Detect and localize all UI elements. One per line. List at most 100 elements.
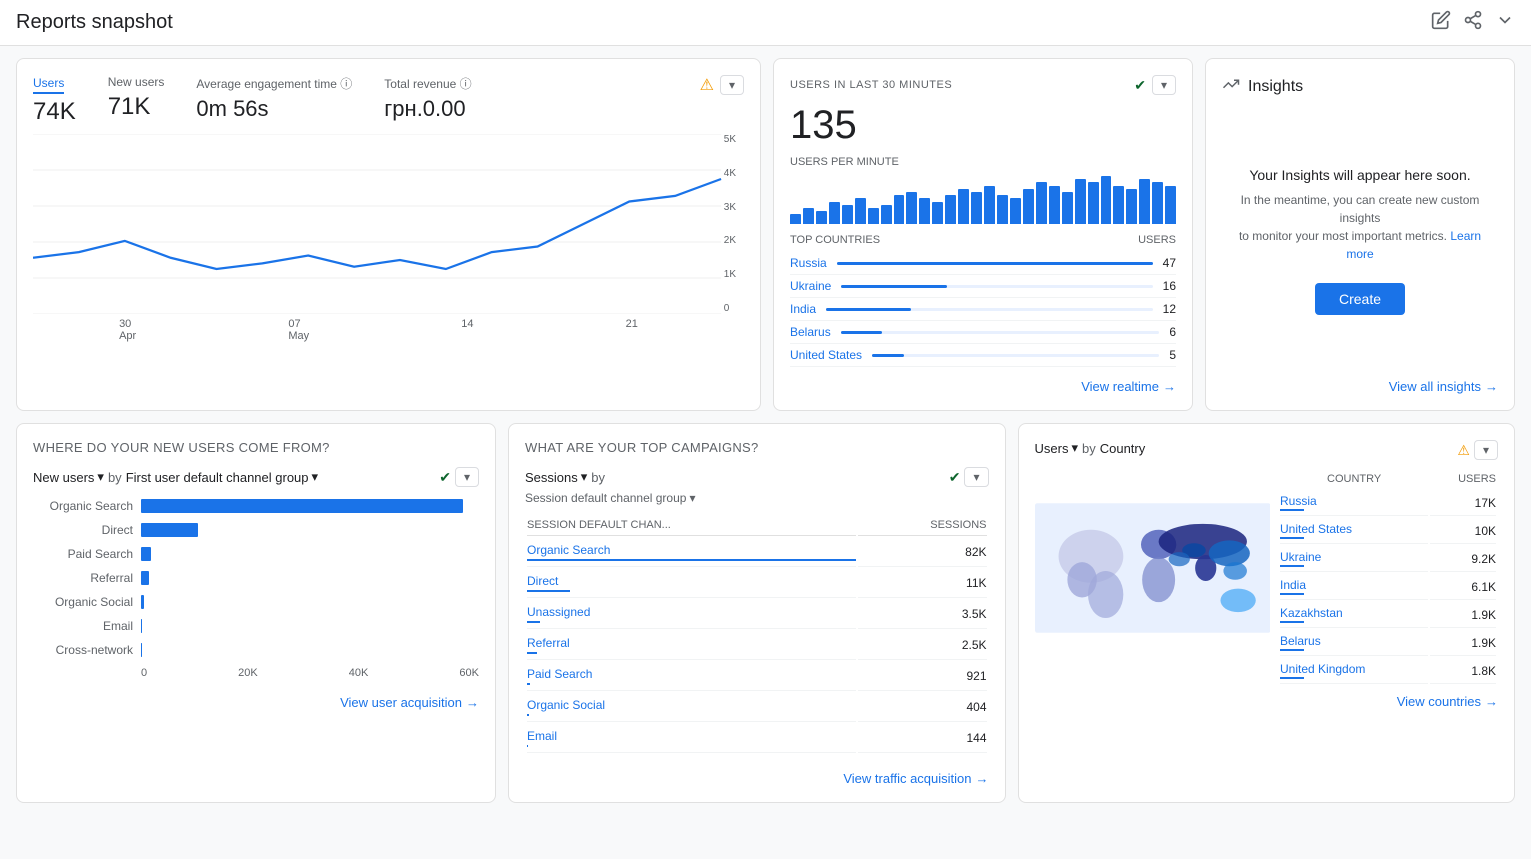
session-name[interactable]: Unassigned	[527, 605, 856, 619]
session-name[interactable]: Paid Search	[527, 667, 856, 681]
session-name-cell: Email	[527, 724, 856, 753]
arrow-right-icon: →	[1163, 379, 1176, 394]
country-bar	[841, 331, 882, 334]
users-geo-btn[interactable]: Users ▾	[1035, 440, 1078, 456]
session-value-cell: 2.5K	[858, 631, 987, 660]
bottom-row: WHERE DO YOUR NEW USERS COME FROM? New u…	[16, 423, 1515, 803]
sessions-table-head: SESSION DEFAULT CHAN... SESSIONS	[527, 515, 987, 536]
geo-country-name[interactable]: Russia	[1280, 490, 1428, 516]
hbar-track	[141, 643, 479, 657]
geo-country-name[interactable]: United Kingdom	[1280, 658, 1428, 684]
country-name[interactable]: Russia	[790, 256, 827, 270]
mini-bar-item	[984, 186, 995, 224]
channel-group-filter-btn[interactable]: First user default channel group ▾	[126, 469, 318, 485]
realtime-number: 135	[790, 103, 1176, 148]
header-actions	[1431, 10, 1515, 35]
session-name[interactable]: Referral	[527, 636, 856, 650]
country-value: 12	[1163, 302, 1176, 316]
hbar-label: Organic Search	[33, 499, 133, 513]
country-name[interactable]: Ukraine	[790, 279, 831, 293]
hbar-row: Organic Social	[33, 595, 479, 609]
view-all-insights-link[interactable]: View all insights →	[1222, 379, 1498, 394]
hbar-label: Paid Search	[33, 547, 133, 561]
sessions-header-row: SESSION DEFAULT CHAN... SESSIONS	[527, 515, 987, 536]
country-name[interactable]: India	[790, 302, 816, 316]
revenue-info-icon[interactable]: ⓘ	[460, 77, 472, 91]
country-name[interactable]: Belarus	[790, 325, 831, 339]
country-btn[interactable]: Country	[1100, 441, 1146, 456]
session-name[interactable]: Email	[527, 729, 856, 743]
y-axis-labels: 5K 4K 3K 2K 1K 0	[724, 134, 736, 314]
create-button[interactable]: Create	[1315, 283, 1405, 315]
hbar-label: Direct	[33, 523, 133, 537]
hbar-row: Referral	[33, 571, 479, 585]
campaigns-dim-label: Session default channel group ▾	[525, 491, 989, 505]
y-label-3k: 3K	[724, 202, 736, 213]
y-label-2k: 2K	[724, 235, 736, 246]
mini-bar-item	[829, 202, 840, 224]
realtime-dropdown[interactable]: ▾	[1152, 75, 1176, 95]
session-channel-btn[interactable]: Session default channel group ▾	[525, 491, 695, 505]
hbar-label: Organic Social	[33, 595, 133, 609]
country-name[interactable]: United States	[790, 348, 862, 362]
more-icon[interactable]	[1495, 10, 1515, 35]
country-value: 47	[1163, 256, 1176, 270]
session-name[interactable]: Organic Social	[527, 698, 856, 712]
acquisition-section-title: WHERE DO YOUR NEW USERS COME FROM?	[33, 440, 479, 455]
campaigns-dropdown[interactable]: ▾	[964, 467, 988, 487]
learn-more-link[interactable]: Learn more	[1346, 229, 1481, 261]
session-name[interactable]: Direct	[527, 574, 856, 588]
geo-country-name[interactable]: Kazakhstan	[1280, 602, 1428, 628]
geo-dropdown[interactable]: ▾	[1474, 440, 1498, 460]
mini-bar-item	[1023, 189, 1034, 224]
geo-country-name[interactable]: Belarus	[1280, 630, 1428, 656]
arrow-right-icon: →	[976, 771, 989, 786]
insights-header: Insights	[1222, 75, 1498, 98]
users-label[interactable]: Users	[33, 76, 64, 94]
geo-country-value: 1.9K	[1430, 602, 1496, 628]
view-countries-link[interactable]: View countries →	[1035, 694, 1499, 709]
geo-countries: COUNTRY USERS Russia 17K United States 1…	[1278, 468, 1498, 686]
geo-country-name[interactable]: India	[1280, 574, 1428, 600]
session-name[interactable]: Organic Search	[527, 543, 856, 557]
country-row: Belarus 6	[790, 321, 1176, 344]
country-bar-wrap	[837, 262, 1153, 265]
mini-bar-item	[868, 208, 879, 224]
session-name-cell: Organic Social	[527, 693, 856, 722]
acquisition-filter-row: New users ▾ by First user default channe…	[33, 467, 479, 487]
horizontal-bar-chart: Organic Search Direct Paid Search Referr…	[33, 499, 479, 657]
arrow-right-icon: →	[466, 695, 479, 710]
mini-bar-item	[1113, 186, 1124, 224]
mini-bar-item	[1075, 179, 1086, 224]
geo-country-name[interactable]: Ukraine	[1280, 546, 1428, 572]
mini-bar-item	[842, 205, 853, 224]
view-realtime-link[interactable]: View realtime →	[790, 379, 1176, 394]
country-bar-wrap	[872, 354, 1159, 357]
country-bar	[841, 285, 947, 288]
geo-content: COUNTRY USERS Russia 17K United States 1…	[1035, 468, 1499, 686]
realtime-card: USERS IN LAST 30 MINUTES ✔ ▾ 135 USERS P…	[773, 58, 1193, 411]
metric-dropdown[interactable]: ▾	[720, 75, 744, 95]
filter-caret-icon: ▾	[97, 469, 104, 485]
mini-bar-item	[816, 211, 827, 224]
view-traffic-acquisition-link[interactable]: View traffic acquisition →	[525, 771, 989, 786]
acquisition-status: ✔ ▾	[439, 467, 479, 487]
country-underline	[1280, 565, 1304, 567]
acquisition-dropdown[interactable]: ▾	[455, 467, 479, 487]
sessions-filter-btn[interactable]: Sessions ▾	[525, 469, 587, 485]
session-value-cell: 82K	[858, 538, 987, 567]
country-bar-wrap	[841, 331, 1160, 334]
session-row: Unassigned 3.5K	[527, 600, 987, 629]
metric-new-users: New users 71K	[108, 75, 165, 121]
geo-country-name[interactable]: United States	[1280, 518, 1428, 544]
share-icon[interactable]	[1463, 10, 1483, 35]
engagement-info-icon[interactable]: ⓘ	[340, 77, 352, 91]
view-user-acquisition-link[interactable]: View user acquisition →	[33, 695, 479, 710]
new-users-filter-btn[interactable]: New users ▾	[33, 469, 104, 485]
edit-icon[interactable]	[1431, 10, 1451, 35]
hbar-fill	[141, 499, 463, 513]
geo-row: Russia 17K	[1280, 490, 1496, 516]
country-value: 6	[1169, 325, 1176, 339]
country-bar	[872, 354, 904, 357]
session-value-cell: 144	[858, 724, 987, 753]
